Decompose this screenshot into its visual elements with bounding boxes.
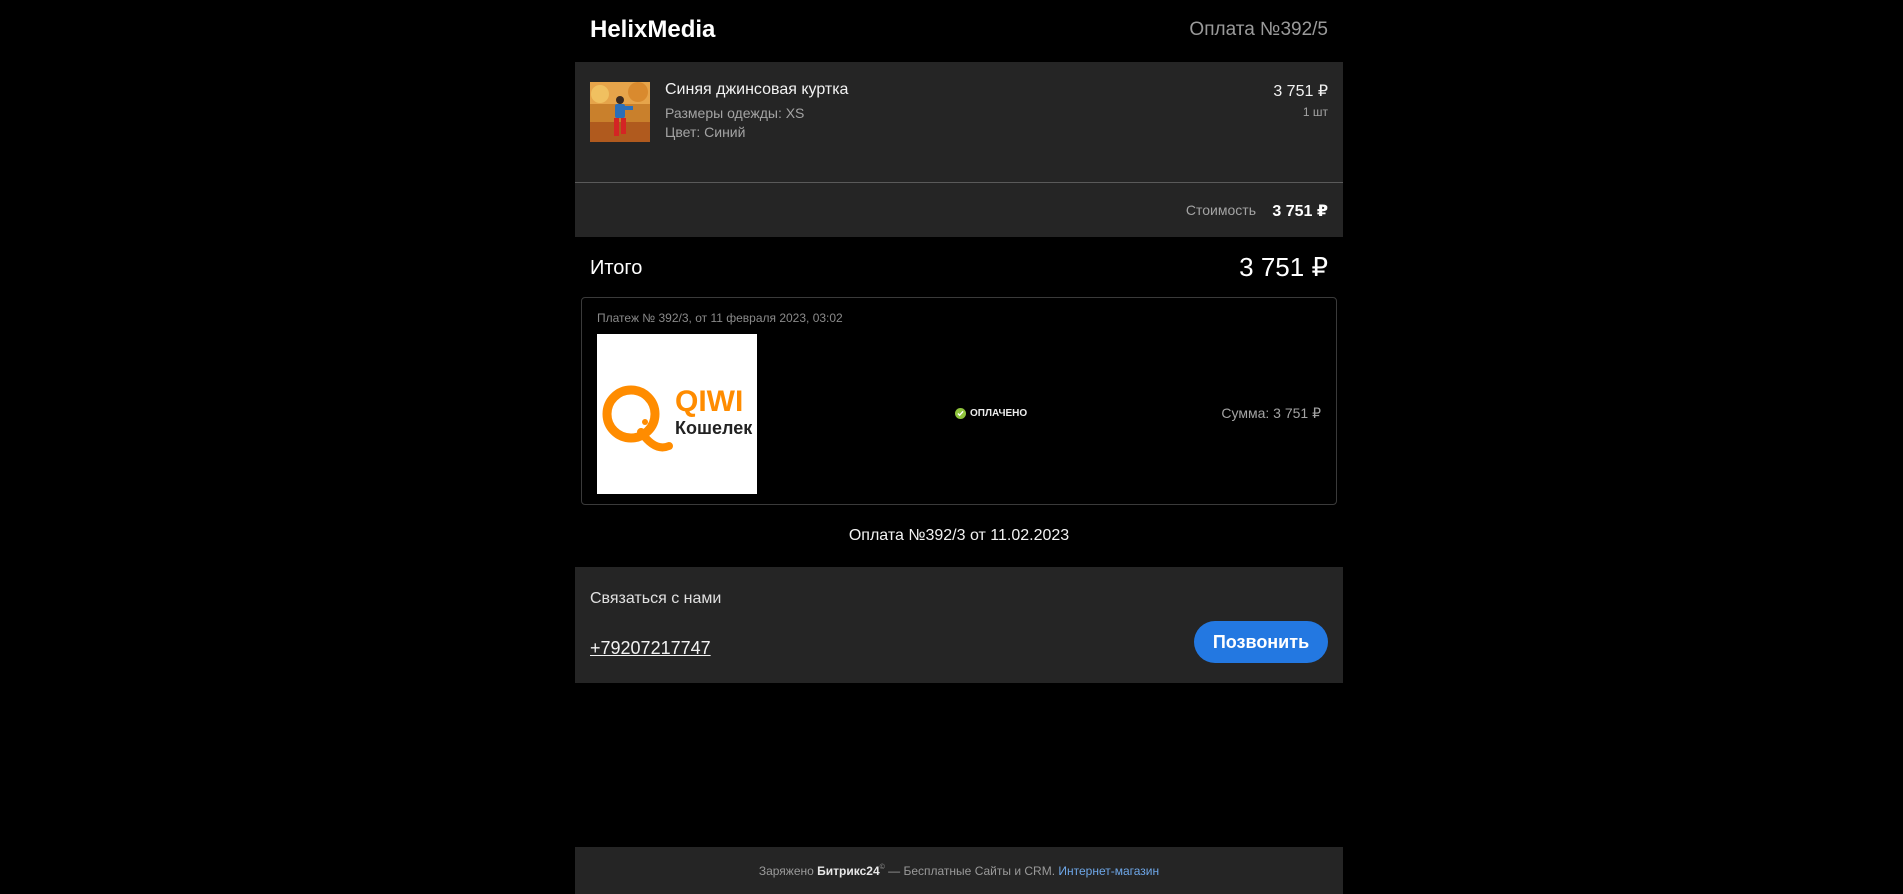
footer-middle: — Бесплатные Сайты и CRM. (888, 864, 1056, 878)
footer-shop-link[interactable]: Интернет-магазин (1058, 864, 1159, 878)
copyright-icon: © (879, 864, 885, 871)
total-row: Итого 3 751 ₽ (575, 237, 1343, 297)
contact-section: Связаться с нами +79207217747 Позвонить (575, 567, 1343, 683)
footer-brand[interactable]: Битрикс24 (817, 864, 879, 878)
invoice-link[interactable]: Оплата №392/3 от 11.02.2023 (575, 527, 1343, 545)
payment-card: Платеж № 392/3, от 11 февраля 2023, 03:0… (581, 297, 1337, 505)
total-label: Итого (590, 257, 643, 279)
payment-status-label: ОПЛАЧЕНО (970, 408, 1028, 419)
cost-label: Стоимость (1185, 202, 1256, 218)
product-quantity: 1 шт (1302, 105, 1328, 119)
payment-sum: Сумма: 3 751 ₽ (1221, 405, 1321, 421)
order-title: Оплата №392/5 (1189, 19, 1328, 40)
qiwi-logo-subtitle: Кошелек (675, 418, 753, 438)
product-card: Синяя джинсовая куртка Размеры одежды: X… (575, 62, 1343, 182)
total-value: 3 751 ₽ (1239, 252, 1328, 282)
product-color: Цвет: Синий (665, 124, 746, 140)
qiwi-logo-title: QIWI (675, 385, 743, 418)
product-name[interactable]: Синяя джинсовая куртка (665, 81, 848, 99)
footer-text: Заряжено Битрикс24© — Бесплатные Сайты и… (575, 864, 1343, 878)
cost-value: 3 751 ₽ (1272, 203, 1328, 220)
product-photo-icon[interactable] (590, 82, 650, 142)
check-circle-icon (955, 408, 966, 419)
cost-row: Стоимость 3 751 ₽ (575, 183, 1343, 237)
contact-title: Связаться с нами (590, 590, 722, 607)
call-button[interactable]: Позвонить (1194, 621, 1328, 663)
payment-status: ОПЛАЧЕНО (955, 408, 1027, 419)
page-footer: Заряжено Битрикс24© — Бесплатные Сайты и… (575, 847, 1343, 894)
product-price: 3 751 ₽ (1273, 83, 1328, 100)
product-size: Размеры одежды: XS (665, 105, 805, 121)
footer-prefix: Заряжено (758, 864, 814, 878)
page-header: HelixMedia Оплата №392/5 (575, 0, 1343, 62)
phone-link[interactable]: +79207217747 (590, 638, 711, 659)
qiwi-wallet-logo: QIWI Кошелек (597, 334, 757, 494)
payment-meta: Платеж № 392/3, от 11 февраля 2023, 03:0… (597, 311, 843, 325)
brand-logo: HelixMedia (590, 16, 716, 43)
